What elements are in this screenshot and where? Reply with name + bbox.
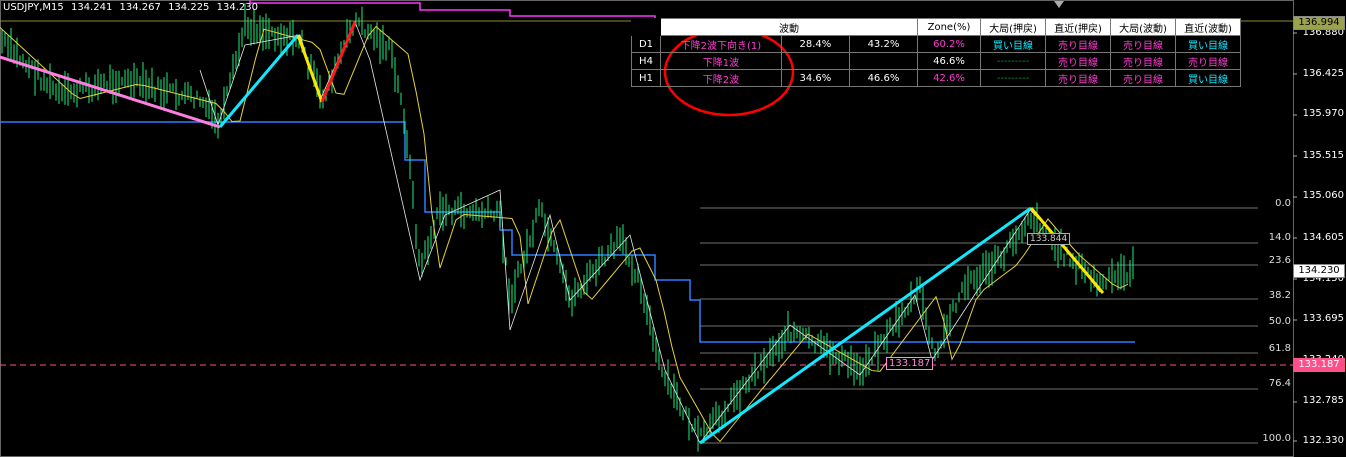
timeframe-label: H1 <box>631 69 661 87</box>
trend-view: --------- <box>980 52 1046 70</box>
wave-status: 下降2波 <box>660 69 782 87</box>
table-header-row: 波動 Zone(%) 大局(押戻) 直近(押戻) 大局(波動) 直近(波動) <box>631 18 1241 36</box>
symbol-header: USDJPY,M15 134.241 134.267 134.225 134.2… <box>3 2 262 13</box>
fib-level-label: 76.4 <box>1268 378 1291 389</box>
higher-tf-step-line <box>249 0 668 23</box>
support-step-line <box>0 121 1135 343</box>
header-wave: 波動 <box>660 18 918 36</box>
zigzag-red-segment <box>320 21 357 103</box>
price-tick: 132.330 <box>1302 435 1344 446</box>
current-price-tag: 134.230 <box>1293 264 1345 278</box>
wave-status: 下降2波下向き(1) <box>660 35 782 53</box>
price-tick: 136.425 <box>1302 68 1344 79</box>
moving-average-line <box>0 25 1129 443</box>
header-zone: Zone(%) <box>917 18 981 36</box>
zone-value: 46.6% <box>848 69 919 87</box>
zone-value: 43.2% <box>848 35 919 53</box>
trend-view: 売り目線 <box>1110 52 1176 70</box>
fib-level-label: 38.2 <box>1268 290 1291 301</box>
trend-view: 買い目線 <box>980 35 1046 53</box>
price-tick: 135.060 <box>1302 190 1344 201</box>
low-price-tag: 133.187 <box>886 357 934 370</box>
header-recent-pullback: 直近(押戻) <box>1045 18 1111 36</box>
zigzag-yellow-segment <box>296 34 324 103</box>
wave-status: 下降1波 <box>660 52 782 70</box>
zigzag-cyan-segment <box>218 34 300 128</box>
fib-level-label: 50.0 <box>1268 316 1291 327</box>
fib-level-label: 61.8 <box>1268 343 1291 354</box>
zigzag-yellow-segment <box>1029 207 1105 294</box>
price-tick: 135.970 <box>1302 108 1344 119</box>
timeframe-label: D1 <box>631 35 661 53</box>
header-major-pullback: 大局(押戻) <box>980 18 1046 36</box>
table-row: H4 下降1波 46.6% --------- 売り目線 売り目線 売り目線 <box>631 52 1241 70</box>
zone-value <box>780 52 850 70</box>
zone-value: 28.4% <box>780 35 850 53</box>
fib-level-label: 23.6 <box>1268 255 1291 266</box>
wave-info-table: 波動 Zone(%) 大局(押戻) 直近(押戻) 大局(波動) 直近(波動) D… <box>631 18 1241 87</box>
box-price-tag: 133.844 <box>1027 233 1071 245</box>
trend-view: 買い目線 <box>1175 69 1241 87</box>
timeframe-label: H4 <box>631 52 661 70</box>
price-tick: 132.785 <box>1302 395 1344 406</box>
chart-shift-marker-icon[interactable] <box>1054 1 1064 8</box>
trend-view: 売り目線 <box>1175 52 1241 70</box>
trend-view: 売り目線 <box>1110 69 1176 87</box>
zone-value: 60.2% <box>917 35 981 53</box>
header-major-wave: 大局(波動) <box>1110 18 1176 36</box>
close-price: 134.230 <box>216 2 258 13</box>
symbol-label: USDJPY,M15 <box>3 2 64 13</box>
trend-view: 売り目線 <box>1045 52 1111 70</box>
zone-value: 42.6% <box>917 69 981 87</box>
low-price: 134.225 <box>168 2 210 13</box>
horizontal-line-price-tag: 133.187 <box>1293 358 1345 372</box>
zone-value <box>848 52 919 70</box>
trend-view: 買い目線 <box>1175 35 1241 53</box>
trend-view: 売り目線 <box>1045 35 1111 53</box>
header-recent-wave: 直近(波動) <box>1175 18 1241 36</box>
fib-level-label: 14.0 <box>1268 232 1291 243</box>
price-tick: 135.515 <box>1302 150 1344 161</box>
open-price: 134.241 <box>70 2 113 13</box>
trend-view: --------- <box>980 69 1046 87</box>
fib-level-label: 100.0 <box>1262 433 1291 444</box>
zone-value: 34.6% <box>780 69 850 87</box>
high-price: 134.267 <box>119 2 161 13</box>
price-axis[interactable]: 136.880 136.425 135.970 135.515 135.060 … <box>1293 0 1346 457</box>
price-tick: 133.695 <box>1302 313 1344 324</box>
table-row: D1 下降2波下向き(1) 28.4% 43.2% 60.2% 買い目線 売り目… <box>631 35 1241 53</box>
table-row: H1 下降2波 34.6% 46.6% 42.6% --------- 売り目線… <box>631 69 1241 87</box>
price-tick: 134.605 <box>1302 232 1344 243</box>
trend-view: 売り目線 <box>1110 35 1176 53</box>
top-price-tag: 136.994 <box>1293 16 1345 30</box>
zone-value: 46.6% <box>917 52 981 70</box>
fib-level-label: 0.0 <box>1275 198 1291 209</box>
trend-view: 売り目線 <box>1045 69 1111 87</box>
